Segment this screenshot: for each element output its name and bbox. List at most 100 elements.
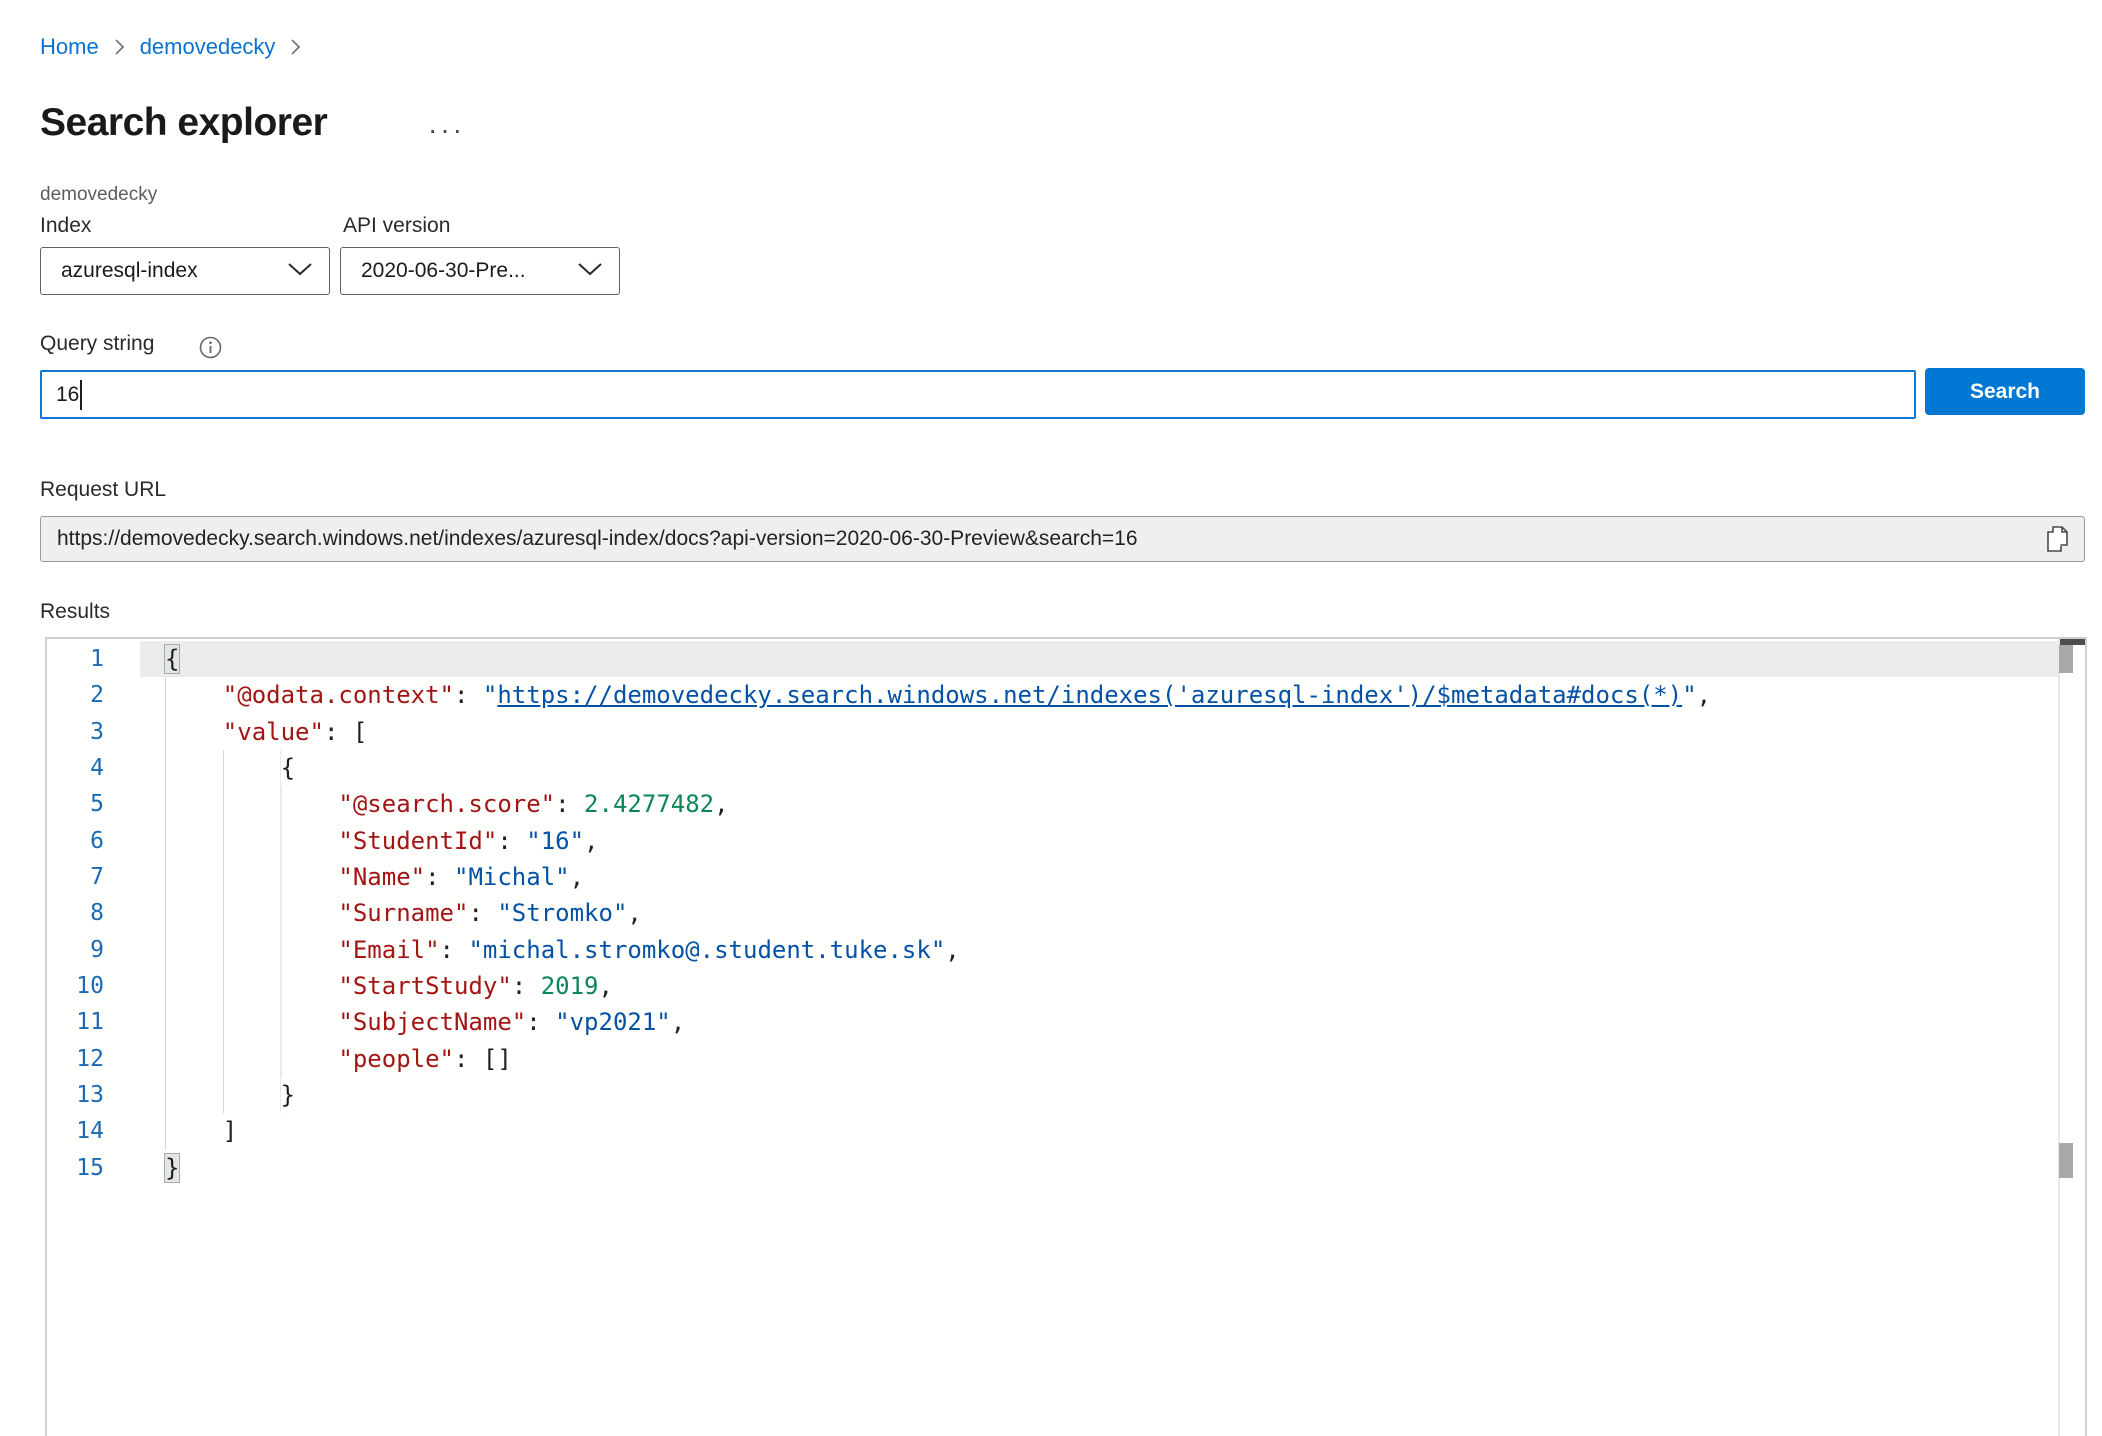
code-token: , (671, 1008, 685, 1036)
indent-guides (165, 968, 338, 1004)
indent-guides (165, 677, 223, 713)
indent-guides (165, 932, 338, 968)
search-explorer-page: Home demovedecky Search explorer ··· dem… (0, 0, 2102, 1436)
code-line: } (140, 1150, 2058, 1186)
indent-guides (165, 1041, 338, 1077)
code-token: : [] (454, 1045, 512, 1073)
code-token: 2019 (541, 972, 599, 1000)
code-token: , (598, 972, 612, 1000)
code-line: ] (140, 1113, 2058, 1149)
line-number: 3 (47, 714, 140, 750)
code-token: "@odata.context" (223, 681, 454, 709)
indent-guides (165, 1113, 223, 1149)
line-number: 4 (47, 750, 140, 786)
scrollbar-thumb[interactable] (2059, 645, 2073, 673)
index-label: Index (40, 214, 91, 238)
code-token: "StudentId" (338, 827, 497, 855)
editor-scrollbar-track[interactable] (2058, 639, 2060, 1436)
results-editor[interactable]: 123456789101112131415 {"@odata.context":… (45, 637, 2087, 1436)
chevron-down-icon (577, 259, 603, 283)
code-token: } (281, 1081, 295, 1109)
editor-gutter: 123456789101112131415 (47, 641, 140, 1186)
code-line: "StudentId": "16", (140, 823, 2058, 859)
code-line: "SubjectName": "vp2021", (140, 1004, 2058, 1040)
scrollbar-bracket-decoration (2059, 1143, 2073, 1178)
line-number: 8 (47, 895, 140, 931)
line-number: 10 (47, 968, 140, 1004)
request-url-value: https://demovedecky.search.windows.net/i… (57, 527, 2042, 551)
indent-guides (165, 786, 338, 822)
code-token: , (714, 790, 728, 818)
code-token: { (165, 645, 179, 673)
index-dropdown[interactable]: azuresql-index (40, 247, 330, 295)
code-line: "@odata.context": "https://demovedecky.s… (140, 677, 2058, 713)
indent-guides (165, 714, 223, 750)
odata-context-link[interactable]: https://demovedecky.search.windows.net/i… (497, 681, 1682, 709)
more-options-button[interactable]: ··· (428, 120, 465, 140)
code-token: { (281, 754, 295, 782)
code-token: "Email" (338, 936, 439, 964)
code-token: "Name" (338, 863, 425, 891)
api-version-label: API version (343, 214, 450, 238)
api-version-dropdown[interactable]: 2020-06-30-Pre... (340, 247, 620, 295)
breadcrumb-demovedecky-link[interactable]: demovedecky (140, 34, 276, 60)
code-token: , (570, 863, 584, 891)
line-number: 12 (47, 1041, 140, 1077)
code-token: : (497, 827, 526, 855)
indent-guides (165, 895, 338, 931)
query-string-input[interactable]: 16 (40, 370, 1916, 419)
copy-icon[interactable] (2042, 522, 2072, 556)
line-number: 14 (47, 1113, 140, 1149)
code-token: : (454, 681, 483, 709)
code-token: , (945, 936, 959, 964)
code-token: "vp2021" (555, 1008, 671, 1036)
code-token: "SubjectName" (338, 1008, 526, 1036)
code-line: } (140, 1077, 2058, 1113)
line-number: 5 (47, 786, 140, 822)
code-token: , (627, 899, 641, 927)
results-label: Results (40, 600, 110, 624)
code-line: "people": [] (140, 1041, 2058, 1077)
page-title: Search explorer (40, 101, 327, 145)
code-token: " (483, 681, 497, 709)
indent-guides (165, 823, 338, 859)
code-token: : (512, 972, 541, 1000)
indent-guides (165, 1004, 338, 1040)
breadcrumb-home-link[interactable]: Home (40, 34, 99, 60)
code-token: } (165, 1154, 179, 1182)
request-url-label: Request URL (40, 478, 166, 502)
query-string-value: 16 (56, 383, 79, 407)
breadcrumb: Home demovedecky (40, 34, 302, 60)
search-button[interactable]: Search (1925, 368, 2085, 415)
code-token: "michal.stromko@.student.tuke.sk" (468, 936, 945, 964)
line-number: 6 (47, 823, 140, 859)
code-token: : [ (324, 718, 367, 746)
code-token: : (526, 1008, 555, 1036)
line-number: 1 (47, 641, 140, 677)
text-caret (80, 380, 82, 410)
code-token: "Michal" (454, 863, 570, 891)
code-token: "StartStudy" (338, 972, 511, 1000)
line-number: 7 (47, 859, 140, 895)
code-token: "value" (223, 718, 324, 746)
chevron-down-icon (287, 259, 313, 283)
info-icon[interactable] (199, 336, 222, 364)
code-token: "people" (338, 1045, 454, 1073)
editor-code-area: { "@odata.context": "https://demovedecky.… (140, 641, 2058, 1186)
code-line: "Surname": "Stromko", (140, 895, 2058, 931)
query-string-label: Query string (40, 332, 154, 356)
code-token: : (440, 936, 469, 964)
api-version-dropdown-value: 2020-06-30-Pre... (361, 259, 526, 283)
code-token: : (425, 863, 454, 891)
code-token: "@search.score" (338, 790, 555, 818)
line-number: 9 (47, 932, 140, 968)
index-dropdown-value: azuresql-index (61, 259, 198, 283)
line-number: 11 (47, 1004, 140, 1040)
indent-guides (165, 859, 338, 895)
code-line: { (140, 641, 2058, 677)
code-token: : (555, 790, 584, 818)
code-line: { (140, 750, 2058, 786)
line-number: 13 (47, 1077, 140, 1113)
code-token: "Stromko" (497, 899, 627, 927)
page-subtitle: demovedecky (40, 184, 157, 206)
